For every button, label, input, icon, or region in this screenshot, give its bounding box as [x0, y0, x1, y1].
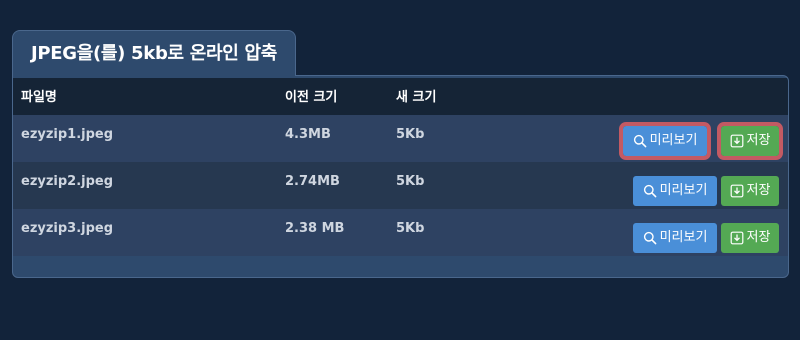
header-new-size: 새 크기: [396, 90, 437, 105]
file-name: ezyzip1.jpeg: [21, 127, 114, 142]
table-row: ezyzip3.jpeg 2.38 MB 5Kb 미리보기 저장: [13, 209, 788, 256]
tab-title: JPEG을(를) 5kb로 온라인 압축: [30, 43, 278, 64]
table-row: ezyzip2.jpeg 2.74MB 5Kb 미리보기 저장: [13, 162, 788, 209]
save-button[interactable]: 저장: [721, 223, 779, 253]
file-name: ezyzip3.jpeg: [21, 221, 114, 236]
header-filename: 파일명: [21, 90, 57, 105]
before-size: 2.38 MB: [285, 221, 345, 236]
save-button[interactable]: 저장: [721, 176, 779, 206]
preview-label: 미리보기: [659, 230, 708, 245]
header-before-size: 이전 크기: [285, 90, 338, 105]
compress-tab[interactable]: JPEG을(를) 5kb로 온라인 압축: [12, 30, 296, 76]
search-icon: [643, 184, 657, 198]
save-label: 저장: [746, 230, 771, 245]
save-label: 저장: [746, 183, 771, 198]
download-icon: [730, 231, 744, 245]
table-row: ezyzip1.jpeg 4.3MB 5Kb 미리보기 저장: [13, 115, 788, 162]
preview-button[interactable]: 미리보기: [633, 223, 717, 253]
preview-button[interactable]: 미리보기: [619, 122, 711, 160]
download-icon: [730, 134, 744, 148]
save-label: 저장: [746, 133, 771, 148]
before-size: 4.3MB: [285, 127, 331, 142]
search-icon: [633, 134, 647, 148]
save-button[interactable]: 저장: [717, 122, 783, 160]
search-icon: [643, 231, 657, 245]
download-icon: [730, 184, 744, 198]
new-size: 5Kb: [396, 174, 425, 189]
table-header: 파일명 이전 크기 새 크기: [13, 78, 788, 115]
before-size: 2.74MB: [285, 174, 340, 189]
new-size: 5Kb: [396, 221, 425, 236]
new-size: 5Kb: [396, 127, 425, 142]
results-panel: 파일명 이전 크기 새 크기 ezyzip1.jpeg 4.3MB 5Kb 미리…: [12, 75, 789, 278]
preview-label: 미리보기: [649, 133, 698, 148]
preview-button[interactable]: 미리보기: [633, 176, 717, 206]
file-name: ezyzip2.jpeg: [21, 174, 114, 189]
preview-label: 미리보기: [659, 183, 708, 198]
